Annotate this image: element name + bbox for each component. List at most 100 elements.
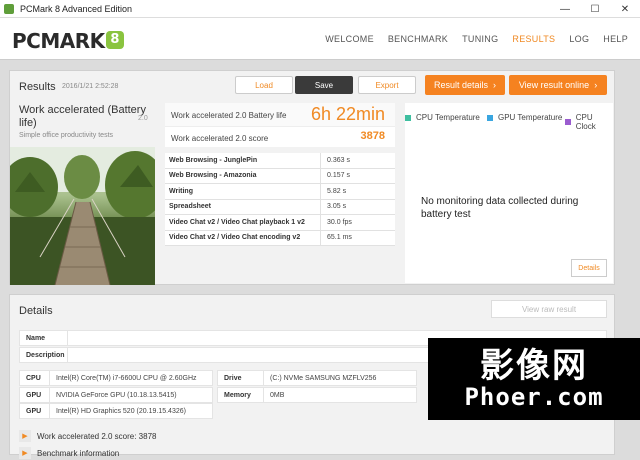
subtest-name: Spreadsheet (165, 199, 321, 214)
subtest-value: 0.363 s (327, 156, 350, 164)
table-row: Writing 5.82 s (165, 184, 395, 200)
system-row-gpu: GPU NVIDIA GeForce GPU (10.18.13.5415) (19, 387, 213, 403)
expander-score[interactable]: ▶ Work accelerated 2.0 score: 3878 (19, 429, 156, 443)
system-value: (C:) NVMe SAMSUNG MZFLV256 (270, 374, 377, 382)
battery-metric-box: Work accelerated 2.0 Battery life 6h 22m… (165, 103, 395, 147)
legend-cpu-clock[interactable]: CPU Clock (565, 113, 613, 131)
maximize-button[interactable]: ☐ (580, 0, 610, 18)
score-label: Work accelerated 2.0 score (171, 134, 269, 143)
nav-log[interactable]: LOG (569, 34, 589, 44)
legend-gpu-temperature[interactable]: GPU Temperature (487, 113, 562, 122)
window-controls: — ☐ ✕ (550, 0, 640, 18)
load-button[interactable]: Load (235, 76, 293, 94)
legend-label: CPU Temperature (416, 113, 480, 122)
benchmark-version: 2.0 (138, 115, 148, 122)
close-button[interactable]: ✕ (610, 0, 640, 18)
system-row-gpu-2: GPU Intel(R) HD Graphics 520 (20.19.15.43… (19, 403, 213, 419)
nav-tuning[interactable]: TUNING (462, 34, 498, 44)
system-value: Intel(R) Core(TM) i7-6600U CPU @ 2.60GHz (56, 374, 197, 382)
nav-welcome[interactable]: WELCOME (325, 34, 374, 44)
nav-benchmark[interactable]: BENCHMARK (388, 34, 448, 44)
subtest-name: Web Browsing - JunglePin (165, 153, 321, 168)
no-monitoring-data-message: No monitoring data collected during batt… (421, 196, 579, 220)
export-button[interactable]: Export (358, 76, 416, 94)
table-row: Web Browsing - Amazonia 0.157 s (165, 168, 395, 184)
system-value: NVIDIA GeForce GPU (10.18.13.5415) (56, 391, 177, 399)
benchmark-name: Work accelerated (Battery life) (19, 104, 146, 129)
pcmark-logo: PCMARK 8 (12, 29, 124, 53)
monitoring-details-button[interactable]: Details (571, 259, 607, 277)
watermark: 影像网 Phoer.com (428, 338, 640, 420)
legend-swatch (565, 119, 571, 125)
subtest-name: Writing (165, 184, 321, 199)
legend-swatch (405, 114, 411, 121)
system-row-cpu: CPU Intel(R) Core(TM) i7-6600U CPU @ 2.60… (19, 370, 213, 386)
results-title: Results (19, 81, 56, 93)
view-online-label: View result online (518, 80, 590, 90)
rope-bridge-illustration (10, 147, 155, 285)
result-details-label: Result details (433, 80, 489, 90)
system-row-drive: Drive (C:) NVMe SAMSUNG MZFLV256 (217, 370, 417, 386)
subtest-value: 30.0 fps (327, 218, 352, 226)
expand-arrow-icon: ▶ (19, 447, 31, 459)
battery-life-row: Work accelerated 2.0 Battery life 6h 22m… (165, 103, 395, 127)
table-row: Spreadsheet 3.05 s (165, 199, 395, 215)
expander-label: Work accelerated 2.0 score: 3878 (37, 431, 157, 441)
benchmark-image (10, 147, 155, 285)
details-title: Details (19, 305, 53, 317)
subtest-name: Video Chat v2 / Video Chat encoding v2 (165, 230, 321, 245)
legend-label: CPU Clock (575, 113, 596, 131)
nav-help[interactable]: HELP (603, 34, 628, 44)
minimize-button[interactable]: — (550, 0, 580, 18)
main-nav: WELCOME BENCHMARK TUNING RESULTS LOG HEL… (325, 34, 628, 44)
table-row: Video Chat v2 / Video Chat encoding v2 65… (165, 230, 395, 246)
logo-text: PCMARK (12, 29, 105, 53)
system-key: CPU (20, 371, 50, 385)
system-key: Drive (218, 371, 264, 385)
system-row-memory: Memory 0MB (217, 387, 417, 403)
legend-swatch (487, 114, 493, 121)
subtest-name: Web Browsing - Amazonia (165, 168, 321, 183)
table-row: Video Chat v2 / Video Chat playback 1 v2… (165, 215, 395, 231)
battery-life-label: Work accelerated 2.0 Battery life (171, 111, 287, 120)
subtest-table: Web Browsing - JunglePin 0.363 s Web Brow… (165, 153, 395, 246)
legend-cpu-temperature[interactable]: CPU Temperature (405, 113, 480, 122)
expander-label: Benchmark information (37, 448, 120, 458)
app-header: PCMARK 8 WELCOME BENCHMARK TUNING RESULTS… (0, 18, 640, 60)
window-titlebar: PCMark 8 Advanced Edition — ☐ ✕ (0, 0, 640, 18)
watermark-english: Phoer.com (464, 383, 604, 411)
app-icon (4, 3, 14, 14)
chevron-right-icon: › (493, 80, 497, 90)
legend-label: GPU Temperature (498, 113, 563, 122)
chevron-right-icon: › (594, 80, 598, 90)
results-panel: Results 2016/1/21 2:52:28 Load Save Expo… (9, 70, 615, 285)
window-title: PCMark 8 Advanced Edition (20, 3, 133, 14)
nav-results[interactable]: RESULTS (512, 34, 555, 44)
score-value: 3878 (360, 130, 385, 142)
expander-benchmark-information[interactable]: ▶ Benchmark information (19, 446, 119, 460)
subtest-value: 3.05 s (327, 203, 347, 211)
field-key: Name (20, 331, 68, 345)
subtest-value: 5.82 s (327, 187, 347, 195)
subtest-name: Video Chat v2 / Video Chat playback 1 v2 (165, 215, 321, 230)
save-button[interactable]: Save (295, 76, 353, 94)
system-key: GPU (20, 404, 50, 418)
system-value: Intel(R) HD Graphics 520 (20.19.15.4326) (56, 407, 186, 415)
watermark-chinese: 影像网 (480, 347, 588, 385)
expand-arrow-icon: ▶ (19, 430, 31, 442)
view-raw-result-button[interactable]: View raw result (491, 300, 607, 318)
monitoring-panel: CPU Temperature GPU Temperature CPU Cloc… (405, 103, 613, 283)
subtest-value: 0.157 s (327, 172, 350, 180)
view-result-online-button[interactable]: View result online › (509, 75, 607, 95)
system-value: 0MB (270, 391, 285, 399)
system-key: Memory (218, 388, 264, 402)
table-row: Web Browsing - JunglePin 0.363 s (165, 153, 395, 169)
subtest-value: 65.1 ms (327, 234, 352, 242)
system-key: GPU (20, 388, 50, 402)
results-date: 2016/1/21 2:52:28 (62, 83, 119, 90)
battery-life-value: 6h 22min (310, 104, 385, 124)
field-key: Description (20, 348, 68, 362)
result-details-button[interactable]: Result details › (425, 75, 505, 95)
benchmark-subtitle: Simple office productivity tests (19, 132, 114, 139)
logo-badge: 8 (105, 31, 124, 49)
